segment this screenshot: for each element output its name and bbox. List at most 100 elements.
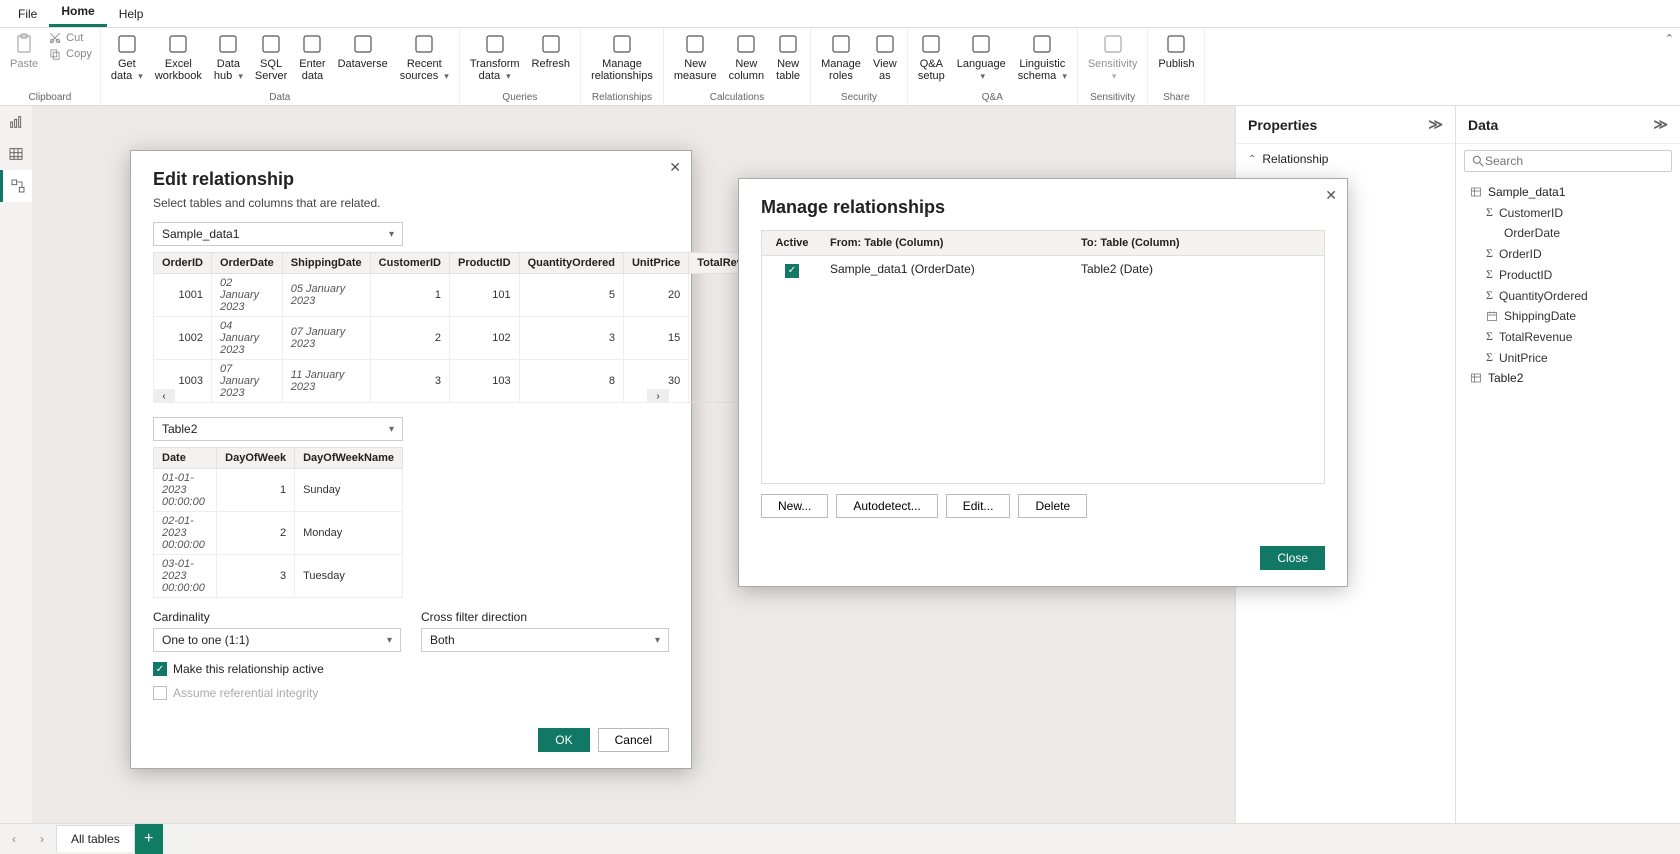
tree-field-quantityordered[interactable]: ΣQuantityOrdered bbox=[1456, 285, 1680, 306]
integrity-checkbox-row: Assume referential integrity bbox=[153, 686, 669, 700]
ribbon-group-security: ManagerolesViewas Security bbox=[811, 28, 908, 105]
tree-field-customerid[interactable]: ΣCustomerID bbox=[1456, 202, 1680, 223]
ribbon-transform-data[interactable]: Transformdata bbox=[464, 30, 526, 84]
ok-button[interactable]: OK bbox=[538, 728, 589, 752]
tree-table-table2[interactable]: Table2 bbox=[1456, 368, 1680, 388]
data-panel: Data ≫ Sample_data1ΣCustomerIDOrderDateΣ… bbox=[1455, 106, 1680, 823]
ribbon-enter-data[interactable]: Enterdata bbox=[293, 30, 331, 84]
ribbon-manage-relationships[interactable]: Managerelationships bbox=[585, 30, 659, 84]
sigma-icon: Σ bbox=[1486, 329, 1493, 344]
tree-field-productid[interactable]: ΣProductID bbox=[1456, 264, 1680, 285]
table2-preview[interactable]: DateDayOfWeekDayOfWeekName01-01-2023 00:… bbox=[153, 447, 403, 598]
generic-icon bbox=[1030, 32, 1054, 56]
search-input[interactable] bbox=[1485, 154, 1665, 168]
report-view-button[interactable] bbox=[0, 106, 32, 138]
ribbon-group-queries: Transformdata Refresh Queries bbox=[460, 28, 581, 105]
ribbon-dataverse[interactable]: Dataverse bbox=[332, 30, 394, 72]
edit-button[interactable]: Edit... bbox=[946, 494, 1011, 518]
cardinality-select[interactable]: One to one (1:1)▾ bbox=[153, 628, 401, 652]
copy-button[interactable]: Copy bbox=[48, 46, 92, 62]
generic-icon bbox=[115, 32, 139, 56]
ribbon-view-as[interactable]: Viewas bbox=[867, 30, 903, 84]
tab-nav-prev[interactable]: ‹ bbox=[0, 832, 28, 846]
model-view-button[interactable] bbox=[0, 170, 32, 202]
scroll-left-icon[interactable]: ‹ bbox=[153, 389, 175, 403]
generic-icon bbox=[412, 32, 436, 56]
ribbon-group-sensitivity: Sensitivity Sensitivity bbox=[1078, 28, 1149, 105]
clipboard-small: Cut Copy bbox=[44, 30, 96, 62]
menu-help[interactable]: Help bbox=[107, 1, 156, 27]
data-title: Data bbox=[1468, 117, 1498, 133]
close-icon[interactable]: ✕ bbox=[669, 159, 681, 176]
ribbon-new-table[interactable]: Newtable bbox=[770, 30, 806, 84]
tree-table-sample_data1[interactable]: Sample_data1 bbox=[1456, 182, 1680, 202]
checkbox-empty-icon bbox=[153, 686, 167, 700]
add-tab-button[interactable]: + bbox=[135, 824, 163, 854]
paste-button[interactable]: Paste bbox=[4, 30, 44, 72]
ribbon-refresh[interactable]: Refresh bbox=[526, 30, 577, 72]
table1-select[interactable]: Sample_data1▾ bbox=[153, 222, 403, 246]
menu-file[interactable]: File bbox=[6, 1, 49, 27]
cancel-button[interactable]: Cancel bbox=[598, 728, 669, 752]
ribbon-q-a-setup[interactable]: Q&Asetup bbox=[912, 30, 951, 84]
ribbon-get-data[interactable]: Getdata bbox=[105, 30, 149, 84]
delete-button[interactable]: Delete bbox=[1018, 494, 1087, 518]
ribbon-sql-server[interactable]: SQLServer bbox=[249, 30, 293, 84]
ribbon-group-relationships: Managerelationships Relationships bbox=[581, 28, 664, 105]
ribbon-new-measure[interactable]: Newmeasure bbox=[668, 30, 723, 84]
tree-field-orderdate[interactable]: OrderDate bbox=[1456, 223, 1680, 243]
integrity-checkbox-label: Assume referential integrity bbox=[173, 686, 318, 700]
generic-icon bbox=[300, 32, 324, 56]
bottom-tab-all-tables[interactable]: All tables bbox=[56, 825, 135, 852]
sigma-icon: Σ bbox=[1486, 205, 1493, 220]
scroll-right-icon[interactable]: › bbox=[647, 389, 669, 403]
ribbon-group-qa: Q&AsetupLanguage Linguisticschema Q&A bbox=[908, 28, 1078, 105]
tree-field-orderid[interactable]: ΣOrderID bbox=[1456, 243, 1680, 264]
relationship-section[interactable]: ⌃ Relationship bbox=[1236, 144, 1455, 174]
data-view-button[interactable] bbox=[0, 138, 32, 170]
generic-icon bbox=[776, 32, 800, 56]
table2-select[interactable]: Table2▾ bbox=[153, 417, 403, 441]
tab-nav-next[interactable]: › bbox=[28, 832, 56, 846]
ribbon-group-clipboard: Paste Cut Copy Clipboard bbox=[0, 28, 101, 105]
relationships-grid[interactable]: Active From: Table (Column) To: Table (C… bbox=[761, 230, 1325, 484]
crossfilter-select[interactable]: Both▾ bbox=[421, 628, 669, 652]
ribbon-excel-workbook[interactable]: Excelworkbook bbox=[149, 30, 208, 84]
crossfilter-label: Cross filter direction bbox=[421, 610, 669, 624]
ribbon-new-column[interactable]: Newcolumn bbox=[723, 30, 770, 84]
active-checkbox-row[interactable]: ✓ Make this relationship active bbox=[153, 662, 669, 676]
ribbon-data-hub[interactable]: Datahub bbox=[208, 30, 249, 84]
ribbon-linguistic-schema[interactable]: Linguisticschema bbox=[1012, 30, 1073, 84]
ribbon-sensitivity[interactable]: Sensitivity bbox=[1082, 30, 1144, 84]
ribbon-recent-sources[interactable]: Recentsources bbox=[394, 30, 455, 84]
cut-button[interactable]: Cut bbox=[48, 30, 92, 46]
close-icon[interactable]: ✕ bbox=[1325, 187, 1337, 204]
generic-icon bbox=[919, 32, 943, 56]
generic-icon bbox=[1164, 32, 1188, 56]
new-button[interactable]: New... bbox=[761, 494, 828, 518]
tree-field-shippingdate[interactable]: ShippingDate bbox=[1456, 306, 1680, 326]
generic-icon bbox=[734, 32, 758, 56]
ribbon-group-share: Publish Share bbox=[1148, 28, 1205, 105]
autodetect-button[interactable]: Autodetect... bbox=[836, 494, 937, 518]
search-field[interactable] bbox=[1464, 150, 1672, 172]
row-to: Table2 (Date) bbox=[1073, 256, 1324, 284]
generic-icon bbox=[539, 32, 563, 56]
properties-collapse-icon[interactable]: ≫ bbox=[1428, 116, 1443, 133]
relationship-row[interactable]: ✓ Sample_data1 (OrderDate) Table2 (Date) bbox=[762, 256, 1324, 284]
table1-preview[interactable]: OrderIDOrderDateShippingDateCustomerIDPr… bbox=[153, 252, 758, 403]
menu-home[interactable]: Home bbox=[49, 0, 106, 27]
ribbon-publish[interactable]: Publish bbox=[1152, 30, 1200, 72]
tree-field-unitprice[interactable]: ΣUnitPrice bbox=[1456, 347, 1680, 368]
paste-label: Paste bbox=[10, 58, 38, 70]
data-collapse-icon[interactable]: ≫ bbox=[1653, 116, 1668, 133]
manage-relationships-dialog: ✕ Manage relationships Active From: Tabl… bbox=[738, 178, 1348, 587]
ribbon-collapse-icon[interactable]: ⌃ bbox=[1665, 32, 1674, 45]
search-icon bbox=[1471, 154, 1485, 168]
ribbon-language[interactable]: Language bbox=[951, 30, 1012, 84]
sensitivity-group-label: Sensitivity bbox=[1082, 90, 1144, 103]
close-button[interactable]: Close bbox=[1260, 546, 1325, 570]
checkbox-checked-icon[interactable]: ✓ bbox=[785, 264, 799, 278]
tree-field-totalrevenue[interactable]: ΣTotalRevenue bbox=[1456, 326, 1680, 347]
ribbon-manage-roles[interactable]: Manageroles bbox=[815, 30, 867, 84]
